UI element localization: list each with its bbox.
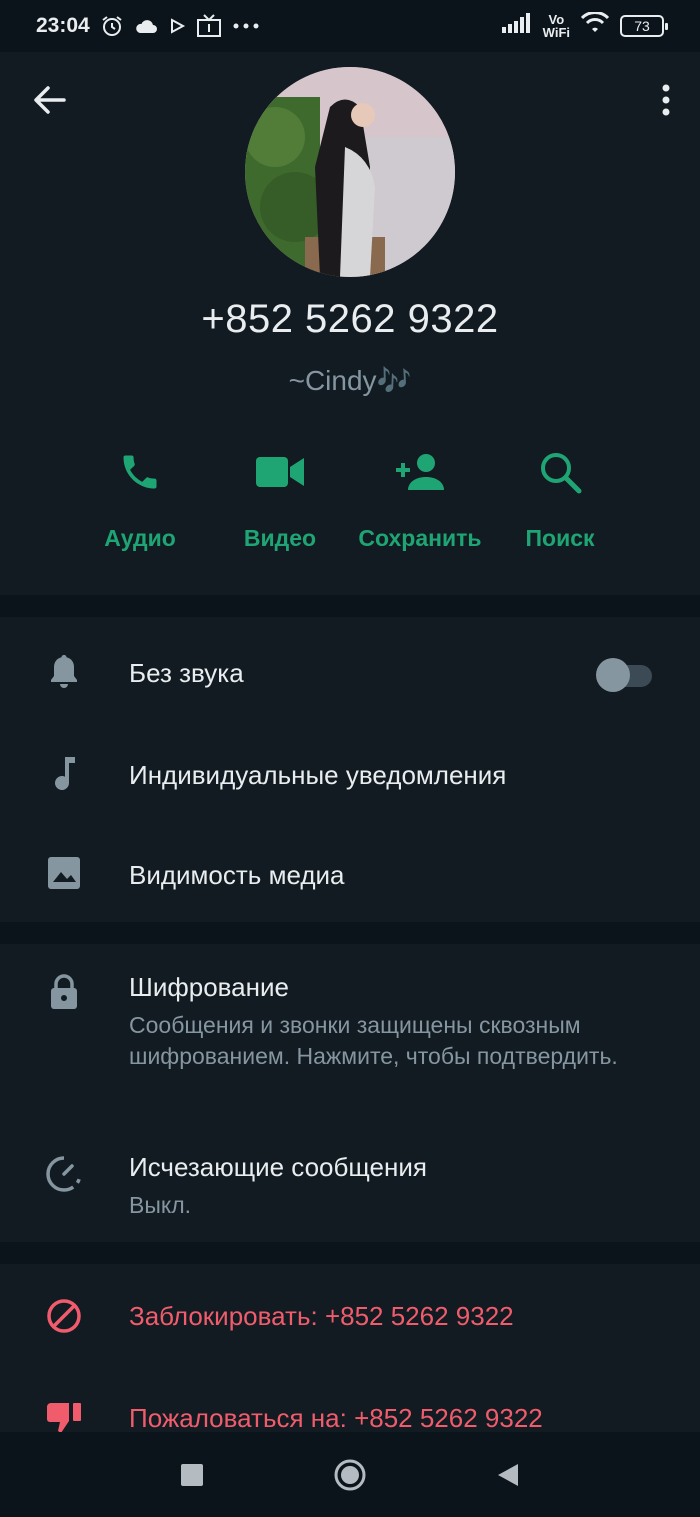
mute-toggle[interactable] (596, 658, 652, 692)
status-bar: 23:04 Vo WiFi 73 (0, 0, 700, 52)
quick-actions: Аудио Видео Сохранить Поиск (70, 447, 630, 557)
status-time: 23:04 (36, 14, 90, 37)
image-icon (44, 853, 84, 893)
mute-label: Без звука (129, 658, 244, 688)
contact-header: +852 5262 9322 ~Cindy🎶 Аудио Видео Сохра… (0, 52, 700, 595)
battery-icon: 73 (620, 15, 668, 37)
section-divider (0, 595, 700, 617)
play-icon (168, 17, 186, 35)
music-note-icon (44, 753, 84, 793)
encryption-title: Шифрование (129, 972, 289, 1002)
disappearing-subtitle: Выкл. (129, 1192, 192, 1218)
section-divider (0, 1242, 700, 1264)
triangle-left-icon (498, 1463, 518, 1486)
encryption-row[interactable]: Шифрование Сообщения и звонки защищены с… (0, 972, 700, 1112)
notifications-section: Без звука Индивидуальные уведомления Вид… (0, 617, 700, 922)
cloud-icon (134, 17, 158, 35)
more-options-button[interactable] (658, 82, 674, 118)
timer-icon (44, 1154, 84, 1194)
lock-icon (44, 972, 84, 1012)
audio-call-button[interactable]: Аудио (70, 447, 210, 557)
save-contact-button[interactable]: Сохранить (350, 447, 490, 557)
block-row[interactable]: Заблокировать: +852 5262 9322 (0, 1296, 700, 1356)
encryption-subtitle: Сообщения и звонки защищены сквозным шиф… (129, 1012, 618, 1069)
custom-notifications-label: Индивидуальные уведомления (129, 760, 507, 790)
more-vertical-icon (662, 84, 670, 116)
home-button[interactable] (330, 1455, 370, 1495)
block-icon (44, 1296, 84, 1336)
audio-call-label: Аудио (104, 525, 176, 551)
block-label: Заблокировать: +852 5262 9322 (129, 1301, 514, 1331)
report-label: Пожаловаться на: +852 5262 9322 (129, 1403, 543, 1432)
video-icon (256, 447, 304, 497)
mute-row[interactable]: Без звука (0, 637, 700, 707)
disappearing-messages-row[interactable]: Исчезающие сообщения Выкл. (0, 1152, 700, 1232)
battery-level: 73 (634, 18, 650, 34)
vowifi-bottom: WiFi (542, 25, 570, 40)
add-person-icon (394, 447, 446, 497)
search-icon (538, 447, 582, 497)
report-row[interactable]: Пожаловаться на: +852 5262 9322 (0, 1398, 700, 1432)
more-dots-icon (232, 22, 260, 30)
contact-push-name: ~Cindy🎶 (288, 365, 412, 396)
phone-icon (118, 447, 162, 497)
custom-notifications-row[interactable]: Индивидуальные уведомления (0, 739, 700, 809)
video-call-button[interactable]: Видео (210, 447, 350, 557)
video-call-label: Видео (243, 525, 317, 551)
privacy-section: Шифрование Сообщения и звонки защищены с… (0, 944, 700, 1242)
recents-button[interactable] (172, 1455, 212, 1495)
arrow-left-icon (34, 86, 66, 114)
square-icon (181, 1463, 203, 1486)
danger-section: Заблокировать: +852 5262 9322 Пожаловать… (0, 1264, 700, 1432)
alarm-icon (100, 14, 124, 38)
media-visibility-label: Видимость медиа (129, 860, 345, 890)
media-visibility-row[interactable]: Видимость медиа (0, 839, 700, 909)
back-nav-button[interactable] (488, 1455, 528, 1495)
vowifi-indicator: Vo WiFi (543, 13, 570, 39)
bell-icon (44, 651, 84, 691)
section-divider (0, 922, 700, 944)
avatar[interactable] (245, 67, 455, 277)
search-label: Поиск (525, 525, 595, 551)
back-button[interactable] (30, 82, 70, 118)
signal-icon (501, 13, 533, 39)
save-contact-label: Сохранить (358, 525, 482, 551)
search-button[interactable]: Поиск (490, 447, 630, 557)
system-navigation-bar (0, 1432, 700, 1517)
toggle-knob (596, 658, 630, 692)
thumbs-down-icon (44, 1398, 84, 1432)
circle-icon (334, 1459, 366, 1490)
wifi-icon (580, 11, 610, 40)
contact-phone: +852 5262 9322 (201, 297, 499, 341)
disappearing-title: Исчезающие сообщения (129, 1152, 427, 1182)
tv-icon (196, 14, 222, 38)
